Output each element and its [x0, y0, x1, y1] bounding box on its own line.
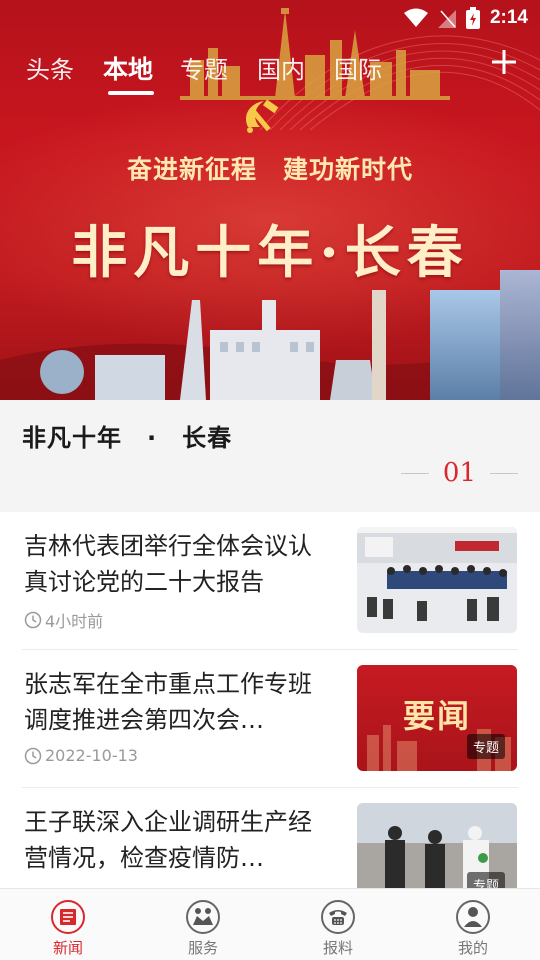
news-list[interactable]: 吉林代表团举行全体会议认真讨论党的二十大报告 4小时前 张志军在全市重点工作专班… [0, 512, 540, 888]
carousel-caption[interactable]: 非凡十年 · 长春 01 [0, 400, 540, 512]
nav-report[interactable]: 报料 [298, 899, 378, 958]
wifi-icon [403, 8, 428, 27]
pager-line-right [490, 472, 518, 474]
news-time: 4小时前 [45, 612, 104, 631]
news-thumbnail: 专题 [357, 803, 517, 888]
tab-domestic[interactable]: 国内 [257, 50, 305, 85]
person-icon [456, 900, 490, 934]
battery-icon [465, 7, 480, 29]
nav-label: 报料 [322, 939, 353, 957]
nav-services[interactable]: 服务 [163, 899, 243, 958]
bottom-nav: 新闻 服务 报料 我的 [0, 888, 540, 960]
clock-icon [24, 747, 42, 764]
nav-label: 我的 [457, 939, 488, 957]
nav-mine[interactable]: 我的 [433, 899, 513, 958]
tab-international[interactable]: 国际 [334, 50, 382, 85]
nav-news[interactable]: 新闻 [28, 899, 108, 958]
carousel-page-number: 01 [442, 458, 476, 488]
status-time: 2:14 [489, 7, 528, 28]
plus-icon[interactable] [490, 48, 518, 76]
clock-icon [24, 611, 42, 629]
thumbnail-text: 要闻 [402, 697, 471, 735]
city-skyline-graphic [0, 270, 540, 400]
nav-label: 新闻 [52, 939, 83, 957]
news-title: 张志军在全市重点工作专班调度推进会第四次会… [24, 670, 312, 734]
pager-line-left [400, 472, 429, 474]
newspaper-icon [51, 900, 85, 934]
tab-local[interactable]: 本地 [103, 50, 153, 86]
news-thumbnail [357, 527, 517, 633]
special-tag: 专题 [466, 872, 505, 888]
news-title: 王子联深入企业调研生产经营情况，检查疫情防… [24, 808, 312, 872]
special-tag: 专题 [466, 734, 505, 759]
tab-special[interactable]: 专题 [180, 50, 228, 85]
carousel-pager: 01 [400, 458, 518, 488]
news-title: 吉林代表团举行全体会议认真讨论党的二十大报告 [24, 532, 312, 596]
party-emblem-icon [245, 99, 279, 133]
status-bar: 2:14 [0, 0, 540, 36]
handshake-icon [186, 900, 220, 934]
list-item[interactable]: 王子联深入企业调研生产经营情况，检查疫情防… 专题 [0, 788, 540, 888]
news-meta: 4小时前 [24, 608, 103, 632]
channel-tabs: 头条 本地 专题 国内 国际 [0, 46, 540, 98]
list-item[interactable]: 吉林代表团举行全体会议认真讨论党的二十大报告 4小时前 [0, 512, 540, 650]
active-tab-indicator [108, 91, 154, 95]
signal-icon [437, 10, 456, 28]
news-thumbnail: 要闻 专题 [357, 665, 517, 771]
list-item[interactable]: 张志军在全市重点工作专班调度推进会第四次会… 2022-10-13 要闻 专题 [0, 650, 540, 788]
tab-headlines[interactable]: 头条 [26, 50, 74, 85]
news-meta: 2022-10-13 [24, 746, 138, 765]
carousel-title: 非凡十年 · 长春 [22, 424, 233, 452]
hero-slogan: 奋进新征程 建功新时代 [126, 155, 413, 184]
news-time: 2022-10-13 [45, 746, 138, 765]
nav-label: 服务 [187, 939, 218, 957]
phone-icon [321, 900, 355, 934]
